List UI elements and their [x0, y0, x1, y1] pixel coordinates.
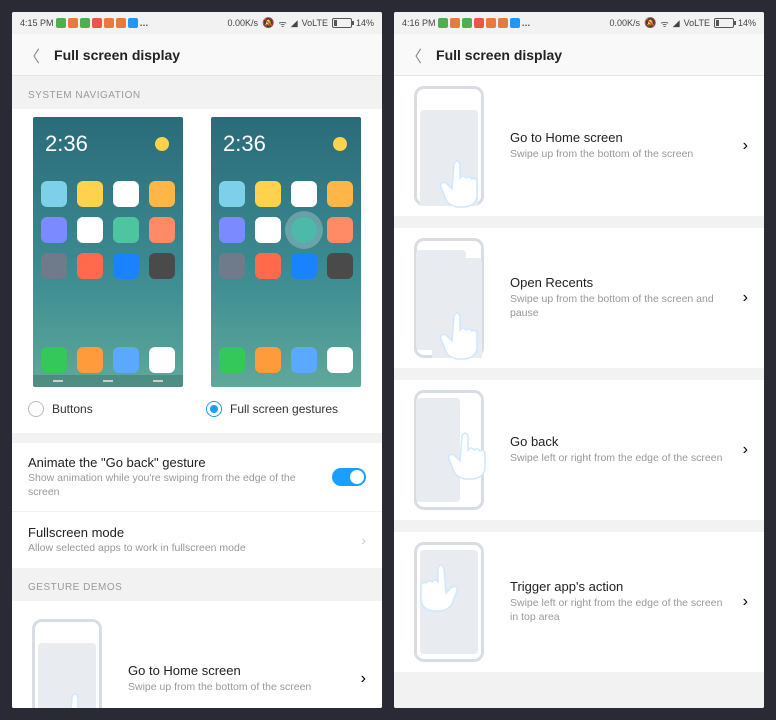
more-icon: …: [140, 18, 148, 28]
hand-icon: [418, 562, 462, 616]
battery-icon: [714, 18, 734, 28]
page-title: Full screen display: [436, 47, 562, 63]
preview-gestures[interactable]: 2:36: [211, 117, 361, 387]
navigation-style-card: 2:36 2:36: [12, 109, 382, 433]
radio-gestures[interactable]: Full screen gestures: [206, 401, 366, 417]
demo-go-back[interactable]: Go back Swipe left or right from the edg…: [394, 380, 764, 520]
status-volte: VoLTE: [302, 18, 328, 28]
chevron-right-icon: ›: [743, 593, 748, 611]
demo-title: Go to Home screen: [510, 130, 727, 145]
radio-icon: [28, 401, 44, 417]
preview-buttons[interactable]: 2:36: [33, 117, 183, 387]
phone-right: 4:16 PM … 0.00K/s 🔕 ᯤ ◢ VoLTE 14% 〈 Full…: [394, 12, 764, 708]
status-time: 4:16 PM: [402, 18, 436, 28]
signal-icon: ◢: [673, 18, 680, 29]
demo-illustration: [22, 619, 112, 708]
status-volte: VoLTE: [684, 18, 710, 28]
phone-left: 4:15 PM … 0.00K/s 🔕 ᯤ ◢ VoLTE 14% 〈 Full…: [12, 12, 382, 708]
header: 〈 Full screen display: [12, 34, 382, 76]
demo-subtitle: Swipe left or right from the edge of the…: [510, 452, 727, 466]
demo-go-home[interactable]: Go to Home screen Swipe up from the bott…: [394, 76, 764, 216]
chevron-right-icon: ›: [361, 670, 366, 688]
wifi-icon: ᯤ: [660, 17, 668, 30]
status-time: 4:15 PM: [20, 18, 54, 28]
hand-icon: [54, 691, 98, 708]
page-title: Full screen display: [54, 47, 180, 63]
status-bar: 4:16 PM … 0.00K/s 🔕 ᯤ ◢ VoLTE 14%: [394, 12, 764, 34]
chevron-right-icon: ›: [743, 441, 748, 459]
header: 〈 Full screen display: [394, 34, 764, 76]
chevron-right-icon: ›: [361, 532, 366, 548]
more-icon: …: [522, 18, 530, 28]
status-bar: 4:15 PM … 0.00K/s 🔕 ᯤ ◢ VoLTE 14%: [12, 12, 382, 34]
demo-illustration: [404, 542, 494, 662]
demo-subtitle: Swipe up from the bottom of the screen: [128, 681, 345, 695]
demo-subtitle: Swipe up from the bottom of the screen: [510, 148, 727, 162]
section-system-navigation: SYSTEM NAVIGATION: [12, 76, 382, 109]
row-subtitle: Show animation while you're swiping from…: [28, 472, 320, 499]
status-speed: 0.00K/s: [610, 18, 641, 28]
mute-icon: 🔕: [262, 18, 274, 29]
toggle-animate[interactable]: [332, 468, 366, 486]
chevron-right-icon: ›: [743, 137, 748, 155]
hand-icon: [436, 310, 480, 364]
row-title: Fullscreen mode: [28, 525, 349, 540]
row-animate-goback[interactable]: Animate the "Go back" gesture Show anima…: [12, 443, 382, 512]
demo-title: Trigger app's action: [510, 579, 727, 594]
section-gesture-demos: GESTURE DEMOS: [12, 568, 382, 601]
hand-icon: [436, 158, 480, 212]
demo-subtitle: Swipe left or right from the edge of the…: [510, 597, 727, 624]
radio-icon: [206, 401, 222, 417]
back-icon[interactable]: 〈: [24, 43, 40, 67]
radio-buttons-label: Buttons: [52, 402, 93, 416]
mute-icon: 🔕: [644, 18, 656, 29]
radio-buttons[interactable]: Buttons: [28, 401, 188, 417]
wifi-icon: ᯤ: [278, 17, 286, 30]
back-icon[interactable]: 〈: [406, 43, 422, 67]
signal-icon: ◢: [291, 18, 298, 29]
demo-open-recents[interactable]: Open Recents Swipe up from the bottom of…: [394, 228, 764, 368]
status-battery: 14%: [356, 18, 374, 28]
radio-gestures-label: Full screen gestures: [230, 402, 338, 416]
demo-illustration: [404, 238, 494, 358]
demo-illustration: [404, 390, 494, 510]
row-fullscreen-mode[interactable]: Fullscreen mode Allow selected apps to w…: [12, 512, 382, 568]
row-subtitle: Allow selected apps to work in fullscree…: [28, 542, 349, 556]
demo-subtitle: Swipe up from the bottom of the screen a…: [510, 293, 727, 320]
battery-icon: [332, 18, 352, 28]
chevron-right-icon: ›: [743, 289, 748, 307]
status-battery: 14%: [738, 18, 756, 28]
demo-title: Open Recents: [510, 275, 727, 290]
row-title: Animate the "Go back" gesture: [28, 455, 320, 470]
demo-title: Go back: [510, 434, 727, 449]
demo-go-home[interactable]: Go to Home screen Swipe up from the bott…: [12, 601, 382, 708]
demo-illustration: [404, 86, 494, 206]
demo-title: Go to Home screen: [128, 663, 345, 678]
demo-trigger-action[interactable]: Trigger app's action Swipe left or right…: [394, 532, 764, 672]
hand-icon: [444, 430, 488, 484]
status-speed: 0.00K/s: [228, 18, 259, 28]
